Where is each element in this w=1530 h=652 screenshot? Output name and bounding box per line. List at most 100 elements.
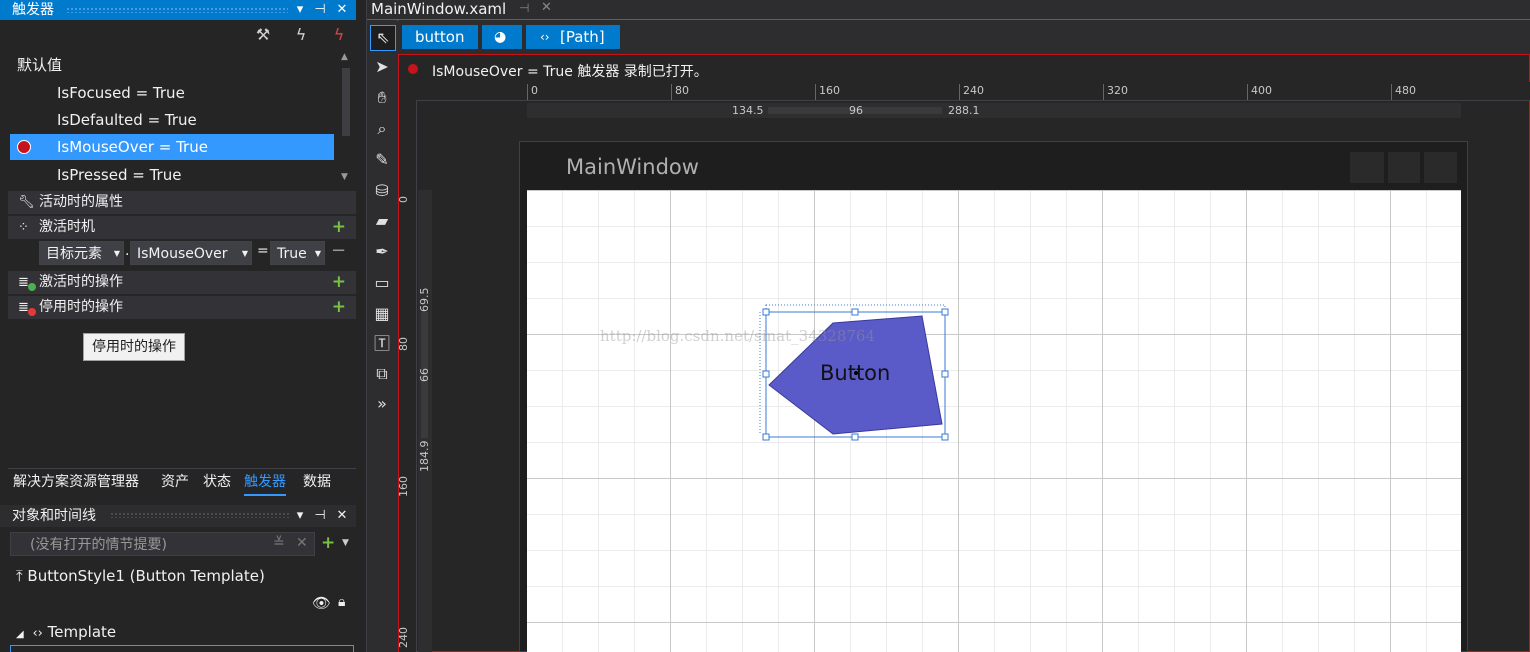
trigger-item[interactable]: IsDefaulted = True [10,107,334,133]
target-element-combo[interactable]: 目标元素 ▼ [39,241,124,265]
eye-icon[interactable]: 👁︎ [312,594,331,612]
panel-dropdown-icon[interactable]: ▾ [292,506,308,526]
breadcrumb-label: button [415,28,465,46]
tab-assets[interactable]: 资产 [161,470,189,494]
dimension-label: 184.9 [418,440,431,473]
ruler-label: 0 [397,196,410,203]
resize-handle[interactable] [941,433,949,441]
resize-handle[interactable] [851,308,859,316]
trigger-item-label: IsDefaulted = True [57,111,197,129]
close-storyboard-icon[interactable]: ✕ [296,535,308,551]
chevron-down-icon[interactable]: ▼ [342,538,349,548]
left-panel: 触发器 ▾ ⊣ ✕ ⚒ ϟ ϟ 默认值 ▲ ▼ IsFocused = True… [0,0,367,652]
divider [8,468,356,469]
ruler-tick [527,84,528,100]
pen-icon[interactable]: ✒ [370,240,394,264]
trigger-item[interactable]: IsPressed = True [10,162,334,188]
dimension-label: 96 [849,104,863,117]
selection-icon[interactable]: ➤ [370,55,394,79]
triggers-panel-title: 触发器 [12,2,54,18]
text-icon[interactable]: 🅃 [370,332,394,356]
trigger-item[interactable]: IsFocused = True [10,80,334,106]
scope-item[interactable]: ⤒ ButtonStyle1 (Button Template) [16,566,265,586]
trigger-item-selected[interactable]: IsMouseOver = True [10,134,334,160]
section-activation-timing[interactable]: ⁘ 激活时机 + [8,216,356,239]
add-action-icon[interactable]: + [332,271,346,294]
wrench-icon: 🔧︎ [18,195,35,210]
breadcrumb-button[interactable]: button [402,25,478,49]
direct-select-icon[interactable]: ⇖ [370,25,396,51]
panel-grip[interactable] [110,512,290,518]
document-tab[interactable]: MainWindow.xaml ⊣ ✕ [367,0,562,20]
chevron-double-down-icon[interactable]: ≚ [273,535,285,551]
remove-trigger-icon[interactable]: ϟ [328,24,350,46]
list-stop-icon: ≣ [18,300,29,315]
property-combo[interactable]: IsMouseOver ▼ [130,241,252,265]
breadcrumb-template[interactable]: ◕ [482,25,522,49]
paint-bucket-icon[interactable]: ⛁ [370,179,394,203]
eyedropper-icon[interactable]: ✎ [370,148,394,172]
pin-icon[interactable]: ⊣ [312,506,328,526]
tab-triggers[interactable]: 触发器 [244,470,286,496]
panel-grip[interactable] [66,7,288,13]
eraser-icon[interactable]: ▰ [370,209,394,233]
tab-states[interactable]: 状态 [203,470,231,494]
grid-layout-icon[interactable]: ▦ [370,302,394,326]
close-icon[interactable]: ✕ [334,506,350,526]
stop-badge-icon [28,308,36,316]
resize-handle[interactable] [941,308,949,316]
add-property-trigger-icon[interactable]: ⚒ [252,24,274,46]
scroll-up-icon[interactable]: ▲ [341,52,348,62]
controls-icon[interactable]: ⧉ [370,362,394,386]
add-condition-icon[interactable]: + [332,216,346,239]
storyboard-selector[interactable]: (没有打开的情节提要) ≚ ✕ [10,532,315,556]
scroll-down-icon[interactable]: ▼ [341,172,348,182]
scroll-thumb[interactable] [342,68,350,136]
dimension-label: 288.1 [948,104,980,117]
trigger-default-label[interactable]: 默认值 [17,54,62,76]
record-dot-icon [17,140,31,154]
combo-value: IsMouseOver [137,246,228,262]
zoom-icon[interactable]: ⌕ [370,117,394,141]
rectangle-icon[interactable]: ▭ [370,271,394,295]
tree-item-template[interactable]: ◢ ‹› Template [16,622,116,645]
watermark: http://blog.csdn.net/sinat_34328764 [600,327,876,345]
resize-handle[interactable] [941,370,949,378]
panel-dropdown-icon[interactable]: ▾ [292,0,308,20]
resize-handle[interactable] [762,308,770,316]
minimize-button [1350,152,1384,183]
close-icon[interactable]: ✕ [334,0,350,20]
close-tab-icon[interactable]: ✕ [541,0,552,16]
remove-condition-icon[interactable]: − [331,240,346,261]
ruler-label: 240 [963,84,984,97]
section-deactivation-actions[interactable]: ≣ 停用时的操作 + [8,296,356,319]
expand-arrow-icon[interactable]: ◢ [16,629,24,640]
section-active-properties[interactable]: 🔧︎ 活动时的属性 [8,191,356,214]
lock-icon[interactable]: 🔒︎ [338,594,345,610]
vertical-ruler[interactable] [399,100,417,652]
trigger-list-scrollbar[interactable]: ▲ ▼ [340,52,352,188]
tab-data[interactable]: 数据 [303,470,331,494]
breadcrumb-path[interactable]: ‹› [Path] [526,25,620,49]
resize-handle[interactable] [762,370,770,378]
tree-item-next[interactable] [10,645,354,652]
resize-handle[interactable] [762,433,770,441]
more-tools-icon[interactable]: » [370,392,394,416]
value-combo[interactable]: True ▼ [270,241,325,265]
ruler-label: 80 [675,84,689,97]
ruler-tick [671,84,672,100]
tab-solution-explorer[interactable]: 解决方案资源管理器 [13,470,139,494]
pan-hand-icon[interactable]: ✋︎ [370,86,394,110]
pin-icon[interactable]: ⊣ [312,0,328,20]
chevron-down-icon: ▼ [314,249,321,258]
new-storyboard-icon[interactable]: + [321,533,335,553]
chevron-down-icon: ▼ [241,249,248,258]
pin-icon[interactable]: ⊣ [519,0,529,16]
resize-handle[interactable] [851,433,859,441]
add-action-icon[interactable]: + [332,296,346,319]
add-event-trigger-icon[interactable]: ϟ [290,24,312,46]
ruler-label: 160 [397,476,410,497]
section-activation-actions[interactable]: ≣ 激活时的操作 + [8,271,356,294]
tooltip: 停用时的操作 [83,333,185,361]
scope-up-icon[interactable]: ⤒ [16,567,23,585]
